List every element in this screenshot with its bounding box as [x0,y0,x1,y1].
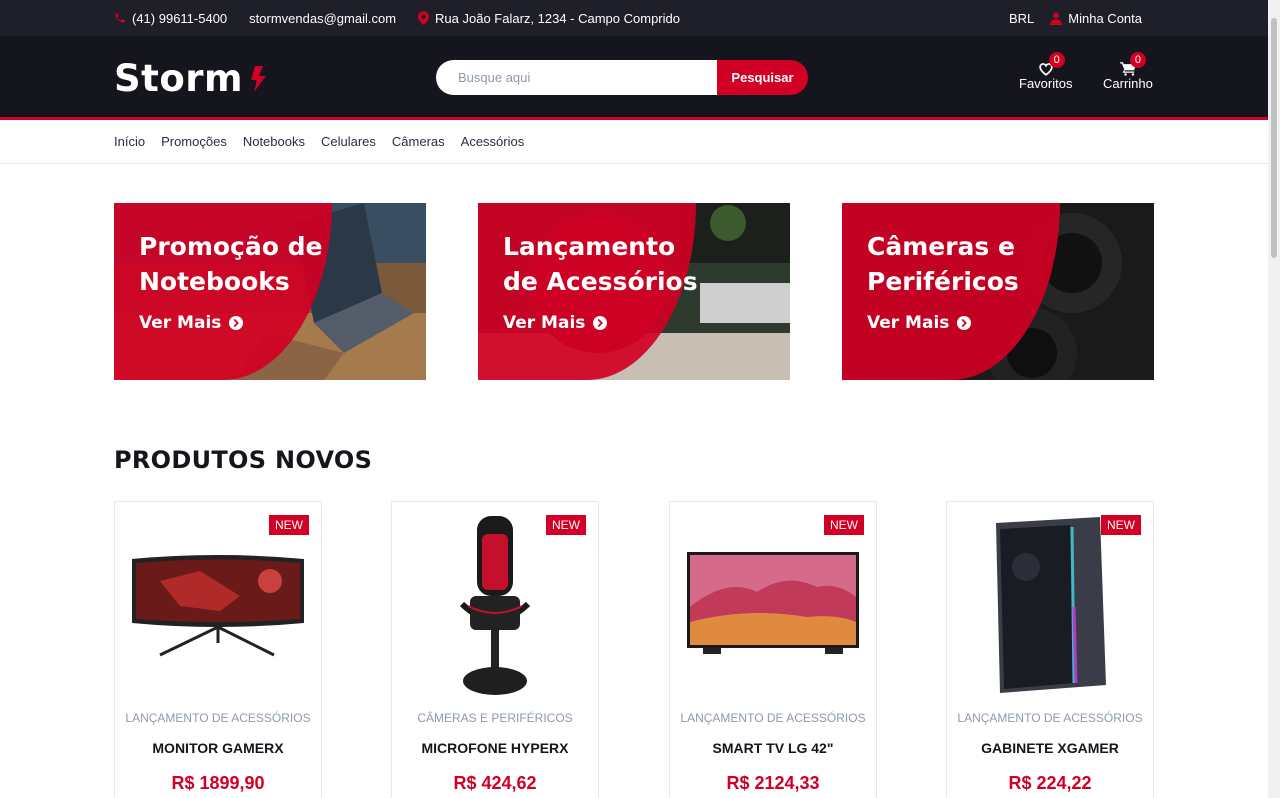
nav-item-notebooks[interactable]: Notebooks [243,134,305,149]
product-card[interactable]: NEW LANÇAMENTO DE ACESSÓRIOS GABINETE XG… [946,501,1154,798]
product-category: CÂMERAS E PERIFÉRICOS [417,711,573,725]
currency-text: BRL [1008,10,1035,26]
phone-icon [115,13,125,23]
banner-cta-label: Ver Mais [139,313,222,333]
category-nav: Início Promoções Notebooks Celulares Câm… [0,120,1268,164]
logo[interactable]: Storm [114,57,267,100]
address-link[interactable]: Rua João Falarz, 1234 - Campo Comprido [418,11,680,26]
account-link[interactable]: Minha Conta [1050,11,1142,26]
banner-title: Promoção de Notebooks [139,232,323,296]
new-badge: NEW [546,515,586,535]
email-link[interactable]: stormvendas@gmail.com [249,11,396,26]
cart-label: Carrinho [1103,76,1153,91]
phone-text: (41) 99611-5400 [132,10,228,26]
new-badge: NEW [1101,515,1141,535]
banner-cta[interactable]: Ver Mais [867,313,972,333]
banner-accessories[interactable]: Lançamento de Acessórios Ver Mais [478,203,790,380]
banner-cta[interactable]: Ver Mais [139,313,244,333]
new-badge: NEW [269,515,309,535]
top-bar: (41) 99611-5400 stormvendas@gmail.com Ru… [0,0,1268,36]
arrow-circle-right-icon [957,316,972,330]
lightning-icon [251,65,267,92]
product-name[interactable]: GABINETE XGAMER [947,740,1153,756]
nav-item-celulares[interactable]: Celulares [321,134,376,149]
product-image [115,516,321,696]
product-name[interactable]: SMART TV LG 42" [670,740,876,756]
banner-cta-label: Ver Mais [503,313,586,333]
account-text: Minha Conta [1068,10,1142,26]
favorites-label: Favoritos [1019,76,1073,91]
product-image [392,516,598,696]
product-image [670,516,876,696]
cart-count-badge: 0 [1129,52,1146,68]
nav-item-promocoes[interactable]: Promoções [161,134,227,149]
phone-link[interactable]: (41) 99611-5400 [114,11,227,26]
section-title: PRODUTOS NOVOS [114,446,373,474]
product-name[interactable]: MICROFONE HYPERX [392,740,598,756]
nav-item-acessorios[interactable]: Acessórios [461,134,525,149]
product-category: LANÇAMENTO DE ACESSÓRIOS [125,711,311,725]
banner-title: Lançamento de Acessórios [503,232,698,296]
favorites-link[interactable]: 0 Favoritos [1019,52,1073,91]
product-price: R$ 2124,33 [726,773,820,793]
product-category: LANÇAMENTO DE ACESSÓRIOS [957,711,1143,725]
product-card[interactable]: NEW CÂMERAS E PERIFÉRICOS MICROFONE HYPE… [391,501,599,798]
page-scrollbar[interactable] [1268,0,1280,798]
scrollbar-thumb[interactable] [1271,18,1277,258]
product-price: R$ 1899,90 [171,773,265,793]
banner-title: Câmeras e Periféricos [867,232,1019,296]
address-text: Rua João Falarz, 1234 - Campo Comprido [435,10,680,26]
product-category: LANÇAMENTO DE ACESSÓRIOS [680,711,866,725]
cart-link[interactable]: 0 Carrinho [1103,52,1153,91]
nav-item-inicio[interactable]: Início [114,134,145,149]
search-bar: Pesquisar [436,60,808,95]
currency-selector[interactable]: BRL [1009,11,1034,26]
search-button[interactable]: Pesquisar [717,60,808,95]
logo-text: Storm [114,57,244,100]
search-input[interactable] [436,60,717,95]
email-text: stormvendas@gmail.com [249,10,397,26]
banner-cta-label: Ver Mais [867,313,950,333]
favorites-count-badge: 0 [1048,52,1065,68]
arrow-circle-right-icon [593,316,608,330]
product-card[interactable]: NEW LANÇAMENTO DE ACESSÓRIOS SMART TV LG… [669,501,877,798]
product-name[interactable]: MONITOR GAMERX [115,740,321,756]
banner-cameras[interactable]: Câmeras e Periféricos Ver Mais [842,203,1154,380]
product-price: R$ 424,62 [453,773,537,793]
new-badge: NEW [824,515,864,535]
product-price: R$ 224,22 [1008,773,1092,793]
map-marker-icon [418,11,430,25]
banner-notebooks[interactable]: Promoção de Notebooks Ver Mais [114,203,426,380]
product-card[interactable]: NEW LANÇAMENTO DE ACESSÓRIOS MONITOR GAM… [114,501,322,798]
banner-cta[interactable]: Ver Mais [503,313,608,333]
user-icon [1050,12,1063,25]
nav-item-cameras[interactable]: Câmeras [392,134,445,149]
arrow-circle-right-icon [229,316,244,330]
main-header: Storm Pesquisar 0 Favoritos 0 Carrinho [0,36,1268,120]
product-image [947,516,1153,696]
